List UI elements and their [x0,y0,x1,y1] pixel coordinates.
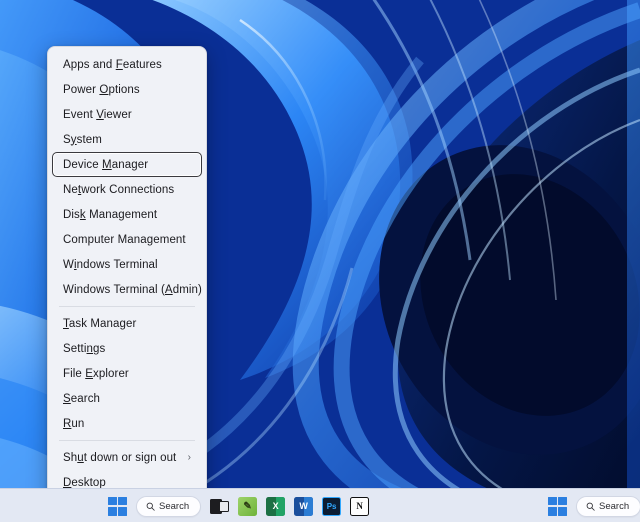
menu-item-task-manager[interactable]: Task Manager [52,311,202,336]
paint-app-icon[interactable]: ✎ [238,497,257,516]
menu-item-device-manager[interactable]: Device Manager [52,152,202,177]
menu-item-label: Event Viewer [63,109,193,121]
start-dup-pane-1 [548,497,557,506]
accelerator-key: u [77,452,84,464]
start-pane-3 [108,507,117,516]
menu-item-apps-and-features[interactable]: Apps and Features [52,52,202,77]
accelerator-key: k [80,209,86,221]
taskbar-center-group: Search ✎ X W Ps N [108,489,369,522]
menu-item-label: Settings [63,343,193,355]
search-box[interactable]: Search [136,496,201,517]
start-button[interactable] [108,497,127,516]
paint-glyph: ✎ [243,501,251,512]
win-x-context-menu[interactable]: Apps and Features Power Options Event View… [47,46,207,502]
search-label: Search [159,501,189,512]
accelerator-key: A [165,284,173,296]
menu-item-power-options[interactable]: Power Options [52,77,202,102]
accelerator-key: n [87,343,94,355]
menu-item-label: Windows Terminal [63,259,193,271]
menu-item-windows-terminal[interactable]: Windows Terminal [52,252,202,277]
menu-item-label: Shut down or sign out [63,452,188,464]
accelerator-key: F [116,59,123,71]
accelerator-key: g [147,234,154,246]
menu-item-event-viewer[interactable]: Event Viewer [52,102,202,127]
menu-item-label: File Explorer [63,368,193,380]
menu-separator [59,306,195,307]
menu-item-label: Computer Management [63,234,193,246]
start-dup-pane-4 [558,507,567,516]
menu-item-file-explorer[interactable]: File Explorer [52,361,202,386]
menu-item-system[interactable]: System [52,127,202,152]
menu-item-label: Device Manager [63,159,193,171]
taskbar-overlay-group: Search [548,489,640,522]
menu-item-settings[interactable]: Settings [52,336,202,361]
accelerator-key: O [99,84,108,96]
menu-item-search[interactable]: Search [52,386,202,411]
menu-item-label: Disk Management [63,209,193,221]
menu-item-label: Apps and Features [63,59,193,71]
taskbar[interactable]: Search ✎ X W Ps N [0,488,640,522]
desktop-screen: Apps and Features Power Options Event View… [0,0,640,522]
start-button-duplicate[interactable] [548,497,567,516]
menu-item-run[interactable]: Run [52,411,202,436]
accelerator-key: T [63,318,69,330]
menu-item-windows-terminal-admin[interactable]: Windows Terminal (Admin) [52,277,202,302]
accelerator-key: D [63,477,71,489]
start-dup-pane-3 [548,507,557,516]
accelerator-key: i [74,259,77,271]
word-glyph: W [299,501,308,511]
accelerator-key: E [85,368,93,380]
accelerator-key: S [63,393,71,405]
search-icon [146,502,155,511]
accelerator-key: R [63,418,71,430]
chevron-right-icon: › [188,453,193,463]
excel-app-icon[interactable]: X [266,497,285,516]
menu-item-label: Search [63,393,193,405]
menu-item-label: Run [63,418,193,430]
menu-separator [59,440,195,441]
task-view-icon[interactable] [210,497,229,516]
accelerator-key: y [71,134,77,146]
photoshop-glyph: Ps [327,502,337,511]
menu-item-label: System [63,134,193,146]
menu-item-disk-management[interactable]: Disk Management [52,202,202,227]
search-box-duplicate[interactable]: Search [576,496,640,517]
photoshop-app-icon[interactable]: Ps [322,497,341,516]
menu-item-label: Windows Terminal (Admin) [63,284,202,296]
notion-glyph: N [356,501,363,511]
start-pane-4 [118,507,127,516]
menu-item-shut-down-or-sign-out[interactable]: Shut down or sign out› [52,445,202,470]
start-dup-pane-2 [558,497,567,506]
notion-app-icon[interactable]: N [350,497,369,516]
menu-item-network-connections[interactable]: Network Connections [52,177,202,202]
start-pane-1 [108,497,117,506]
menu-item-label: Network Connections [63,184,193,196]
accelerator-key: t [78,184,81,196]
accelerator-key: V [96,109,104,121]
menu-item-label: Task Manager [63,318,193,330]
accelerator-key: M [102,159,112,171]
search-icon-duplicate [586,502,595,511]
menu-item-label: Power Options [63,84,193,96]
word-app-icon[interactable]: W [294,497,313,516]
search-label-duplicate: Search [599,501,629,512]
menu-item-label: Desktop [63,477,193,489]
menu-item-computer-management[interactable]: Computer Management [52,227,202,252]
excel-glyph: X [273,501,279,511]
start-pane-2 [118,497,127,506]
